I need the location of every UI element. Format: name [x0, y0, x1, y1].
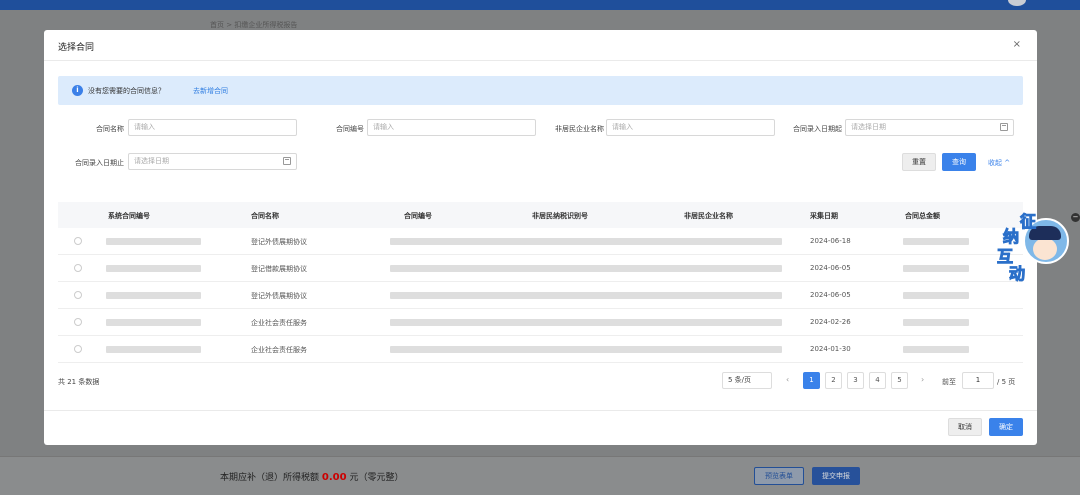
- dialog-footer: [44, 410, 1037, 445]
- alert-text: 没有您需要的合同信息？: [88, 87, 165, 95]
- date-from-label: 合同录入日期起: [793, 125, 842, 133]
- tax-amount-summary: 本期应补（退）所得税额 0.00 元（零元整）: [220, 470, 403, 483]
- row-radio[interactable]: [74, 291, 82, 299]
- page-size-select[interactable]: 5 条/页: [722, 372, 772, 389]
- jump-label: 前至: [942, 378, 956, 386]
- calendar-icon: [283, 157, 291, 165]
- column-header: 合同总金额: [905, 212, 940, 220]
- redacted-amount: [903, 319, 969, 326]
- column-header: 合同编号: [404, 212, 432, 220]
- contract-name-cell: 登记外债展期协议: [251, 292, 307, 300]
- redacted-system-no: [106, 238, 201, 245]
- page-button-4[interactable]: 4: [869, 372, 886, 389]
- company-name-label: 非居民企业名称: [555, 125, 604, 133]
- background-footer: [0, 456, 1080, 495]
- contract-name-input[interactable]: 请输入: [128, 119, 297, 136]
- redacted-system-no: [106, 346, 201, 353]
- table-row[interactable]: 登记借款展期协议 2024-06-05: [58, 255, 1023, 282]
- redacted-system-no: [106, 319, 201, 326]
- table-row[interactable]: 企业社会责任服务 2024-01-30: [58, 336, 1023, 363]
- date-from-placeholder: 请选择日期: [851, 123, 886, 131]
- confirm-button[interactable]: 确定: [989, 418, 1023, 436]
- assistant-char: 征: [1019, 212, 1037, 232]
- company-name-input[interactable]: 请输入: [606, 119, 775, 136]
- select-contract-dialog: 选择合同 × i 没有您需要的合同信息？ 去新增合同 合同名称 请输入 合同编号…: [44, 30, 1037, 445]
- info-icon: i: [72, 85, 83, 96]
- column-header: 采集日期: [810, 212, 838, 220]
- redacted-details: [390, 265, 782, 272]
- calendar-icon: [1000, 123, 1008, 131]
- row-radio[interactable]: [74, 264, 82, 272]
- column-header: 非居民企业名称: [684, 212, 733, 220]
- table-row[interactable]: 登记外债展期协议 2024-06-18: [58, 228, 1023, 255]
- tax-amount-value: 0.00: [321, 472, 347, 483]
- app-top-bar: [0, 0, 1080, 10]
- preview-form-button[interactable]: 预览表单: [754, 467, 804, 485]
- tax-amount-suffix: 元（零元整）: [349, 473, 404, 483]
- dialog-title: 选择合同: [58, 43, 95, 53]
- assistant-char: 动: [1008, 264, 1026, 284]
- info-alert: i 没有您需要的合同信息？ 去新增合同: [58, 76, 1023, 105]
- close-icon[interactable]: ×: [1013, 39, 1021, 50]
- dialog-header: 选择合同 ×: [44, 30, 1037, 61]
- redacted-amount: [903, 265, 969, 272]
- submit-declaration-button[interactable]: 提交申报: [812, 467, 860, 485]
- redacted-system-no: [106, 265, 201, 272]
- contract-name-cell: 登记外债展期协议: [251, 238, 307, 246]
- tax-amount-label: 本期应补（退）所得税额: [220, 473, 320, 483]
- redacted-amount: [903, 292, 969, 299]
- row-radio[interactable]: [74, 237, 82, 245]
- redacted-details: [390, 292, 782, 299]
- add-contract-link[interactable]: 去新增合同: [193, 86, 228, 96]
- contract-name-cell: 企业社会责任服务: [251, 319, 307, 327]
- page-button-1[interactable]: 1: [803, 372, 820, 389]
- contract-no-label: 合同编号: [336, 125, 364, 133]
- date-to-label: 合同录入日期止: [75, 159, 124, 167]
- collect-date-cell: 2024-06-05: [810, 291, 851, 299]
- date-to-placeholder: 请选择日期: [134, 157, 169, 165]
- collect-date-cell: 2024-06-05: [810, 264, 851, 272]
- redacted-amount: [903, 346, 969, 353]
- contract-name-label: 合同名称: [96, 125, 124, 133]
- query-button[interactable]: 查询: [942, 153, 976, 171]
- contract-no-input[interactable]: 请输入: [367, 119, 536, 136]
- table-row[interactable]: 登记外债展期协议 2024-06-05: [58, 282, 1023, 309]
- collect-date-cell: 2024-02-26: [810, 318, 851, 326]
- row-radio[interactable]: [74, 345, 82, 353]
- column-header: 非居民纳税识别号: [532, 212, 588, 220]
- cancel-button[interactable]: 取消: [948, 418, 982, 436]
- table-header: 系统合同编号 合同名称 合同编号 非居民纳税识别号 非居民企业名称 采集日期 合…: [58, 202, 1023, 228]
- reset-button[interactable]: 重置: [902, 153, 936, 171]
- page-button-3[interactable]: 3: [847, 372, 864, 389]
- jump-page-input[interactable]: 1: [962, 372, 994, 389]
- redacted-details: [390, 346, 782, 353]
- total-count: 共 21 条数据: [58, 378, 100, 386]
- redacted-amount: [903, 238, 969, 245]
- table-row[interactable]: 企业社会责任服务 2024-02-26: [58, 309, 1023, 336]
- jump-total-pages: / 5 页: [997, 378, 1016, 386]
- assistant-collapse-icon[interactable]: −: [1071, 213, 1080, 222]
- assistant-face: [1033, 238, 1057, 260]
- breadcrumb: 首页 > 扣缴企业所得税报告: [210, 21, 298, 29]
- date-to-picker[interactable]: 请选择日期: [128, 153, 297, 170]
- collect-date-cell: 2024-06-18: [810, 237, 851, 245]
- redacted-details: [390, 238, 782, 245]
- redacted-details: [390, 319, 782, 326]
- column-header: 合同名称: [251, 212, 279, 220]
- redacted-system-no: [106, 292, 201, 299]
- prev-page-icon[interactable]: ‹: [786, 375, 789, 384]
- collect-date-cell: 2024-01-30: [810, 345, 851, 353]
- next-page-icon[interactable]: ›: [921, 375, 924, 384]
- column-header: 系统合同编号: [108, 212, 150, 220]
- row-radio[interactable]: [74, 318, 82, 326]
- date-from-picker[interactable]: 请选择日期: [845, 119, 1014, 136]
- contract-name-cell: 企业社会责任服务: [251, 346, 307, 354]
- page-button-5[interactable]: 5: [891, 372, 908, 389]
- collapse-filters-link[interactable]: 收起 ^: [988, 154, 1010, 172]
- assistant-widget[interactable]: 征 纳 互 动: [995, 208, 1075, 284]
- page-button-2[interactable]: 2: [825, 372, 842, 389]
- contract-name-cell: 登记借款展期协议: [251, 265, 307, 273]
